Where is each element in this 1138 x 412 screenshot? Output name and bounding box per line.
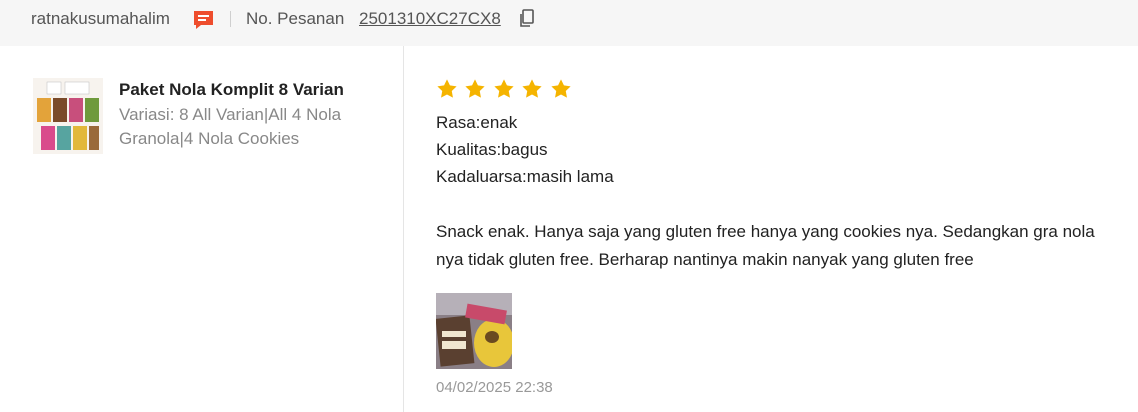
copy-icon[interactable] (518, 8, 536, 28)
review-header: ratnakusumahalim No. Pesanan 2501310XC27… (0, 0, 1138, 46)
product-thumbnail[interactable] (33, 78, 103, 154)
attribute-expiry: Kadaluarsa:masih lama (436, 167, 614, 186)
header-divider (230, 11, 231, 27)
buyer-username[interactable]: ratnakusumahalim (31, 9, 170, 29)
product-variant: Variasi: 8 All Varian|All 4 Nola Granola… (119, 105, 342, 148)
order-number-link[interactable]: 2501310XC27CX8 (359, 9, 501, 29)
star-icon (494, 79, 514, 98)
review-timestamp: 04/02/2025 22:38 (436, 379, 553, 396)
product-name[interactable]: Paket Nola Komplit 8 Varian (119, 80, 344, 100)
attribute-taste: Rasa:enak (436, 113, 518, 132)
star-icon (522, 79, 542, 98)
review-photo-image (436, 293, 512, 369)
star-icon (465, 79, 486, 98)
review-text: Snack enak. Hanya saja yang gluten free … (436, 222, 1095, 269)
star-icon (437, 79, 457, 98)
product-thumbnail-image (33, 78, 103, 154)
column-divider (403, 46, 404, 412)
chat-icon[interactable] (192, 9, 215, 31)
star-rating (436, 78, 574, 100)
attribute-quality: Kualitas:bagus (436, 140, 548, 159)
review-photo[interactable] (436, 293, 512, 369)
star-icon (551, 79, 571, 98)
order-number-label: No. Pesanan (246, 9, 345, 28)
